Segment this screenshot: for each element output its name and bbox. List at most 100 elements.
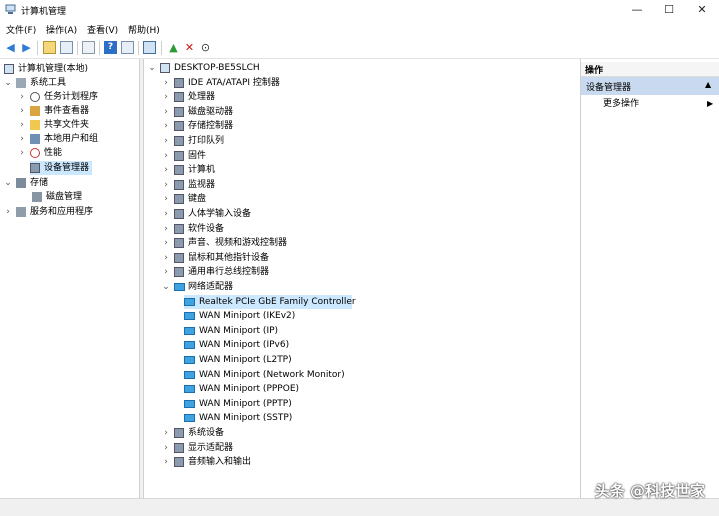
properties-icon[interactable]	[82, 41, 95, 54]
forward-arrow-icon[interactable]: ▶	[20, 41, 33, 54]
tree-shared-folders[interactable]: › 共享文件夹	[2, 118, 138, 132]
tree-root[interactable]: 计算机管理(本地)	[2, 62, 138, 76]
expand-chevron-icon[interactable]: ›	[18, 90, 26, 104]
expand-chevron-icon[interactable]: ›	[162, 236, 170, 250]
expand-chevron-icon[interactable]: ›	[18, 118, 26, 132]
tree-disk-management[interactable]: 磁盘管理	[2, 190, 138, 204]
expand-chevron-icon[interactable]: ›	[162, 207, 170, 221]
tree-performance[interactable]: › 性能	[2, 146, 138, 160]
network-adapter-4[interactable]: WAN Miniport (L2TP)	[184, 353, 484, 367]
expand-chevron-icon[interactable]: ›	[18, 132, 26, 146]
tree-services-apps[interactable]: › 服务和应用程序	[2, 205, 138, 219]
expand-chevron-icon[interactable]: ›	[162, 149, 170, 163]
menu-help[interactable]: 帮助(H)	[128, 23, 160, 36]
device-category-11[interactable]: › 声音、视频和游戏控制器	[160, 236, 460, 250]
expand-chevron-icon[interactable]: ›	[162, 426, 170, 440]
expand-chevron-icon[interactable]: ›	[18, 146, 26, 160]
network-adapter-7[interactable]: WAN Miniport (PPTP)	[184, 397, 484, 411]
expand-chevron-icon[interactable]: ›	[162, 455, 170, 469]
expand-chevron-icon[interactable]: ›	[162, 192, 170, 206]
update-driver-icon[interactable]: ▲	[167, 41, 180, 54]
device-category-13[interactable]: › 通用串行总线控制器	[160, 265, 460, 279]
device-category-8[interactable]: › 键盘	[160, 192, 460, 206]
tree-local-users-label: 本地用户和组	[44, 134, 99, 144]
tree-event-viewer[interactable]: › 事件查看器	[2, 104, 138, 118]
maximize-button[interactable]: ☐	[653, 0, 685, 20]
network-adapter-icon	[184, 312, 195, 321]
tree-root-label: 计算机管理(本地)	[18, 64, 89, 74]
expand-chevron-icon[interactable]: ›	[162, 251, 170, 265]
device-category-3[interactable]: › 存储控制器	[160, 119, 460, 133]
network-adapter-2[interactable]: WAN Miniport (IP)	[184, 324, 484, 338]
menu-view[interactable]: 查看(V)	[87, 23, 118, 36]
expand-chevron-icon[interactable]: ›	[162, 222, 170, 236]
close-button[interactable]: ✕	[686, 0, 718, 20]
expand-chevron-icon[interactable]: ›	[162, 119, 170, 133]
device-category-network[interactable]: ⌄ 网络适配器	[160, 280, 460, 294]
download-circle-icon[interactable]: ⊙	[199, 41, 212, 54]
expand-chevron-icon[interactable]: ›	[162, 265, 170, 279]
expand-chevron-icon[interactable]: ›	[4, 205, 12, 219]
network-adapter-0[interactable]: Realtek PCIe GbE Family Controller	[184, 294, 356, 309]
device-category-bottom-2[interactable]: › 音频输入和输出	[160, 455, 460, 469]
network-adapter-3[interactable]: WAN Miniport (IPv6)	[184, 338, 484, 352]
show-action-pane-icon[interactable]	[121, 41, 134, 54]
network-adapter-6[interactable]: WAN Miniport (PPPOE)	[184, 382, 484, 396]
uninstall-x-icon[interactable]: ✕	[183, 41, 196, 54]
up-folder-icon[interactable]	[43, 41, 56, 54]
show-hide-tree-icon[interactable]	[60, 41, 73, 54]
help-icon[interactable]: ?	[104, 41, 117, 54]
collapse-chevron-icon[interactable]: ⌄	[148, 61, 156, 75]
expand-chevron-icon[interactable]: ›	[162, 441, 170, 455]
menu-file[interactable]: 文件(F)	[6, 23, 36, 36]
network-adapter-5[interactable]: WAN Miniport (Network Monitor)	[184, 368, 484, 382]
console-tree: 计算机管理(本地) ⌄ 系统工具 › 任务计划程序 › 事件查看器 › 共享文件…	[0, 59, 140, 498]
minimize-button[interactable]: —	[621, 0, 653, 20]
network-adapter-1[interactable]: WAN Miniport (IKEv2)	[184, 309, 484, 323]
expand-chevron-icon[interactable]: ›	[162, 178, 170, 192]
collapse-chevron-icon[interactable]: ⌄	[4, 176, 12, 190]
device-category-10[interactable]: › 软件设备	[160, 222, 460, 236]
collapse-up-icon[interactable]: ▲	[705, 80, 711, 89]
menu-action[interactable]: 操作(A)	[46, 23, 77, 36]
expand-chevron-icon[interactable]: ›	[162, 163, 170, 177]
expand-chevron-icon[interactable]: ›	[162, 105, 170, 119]
computer-icon	[160, 63, 170, 73]
network-adapter-icon	[174, 283, 185, 291]
device-category-2[interactable]: › 磁盘驱动器	[160, 105, 460, 119]
device-category-4[interactable]: › 打印队列	[160, 134, 460, 148]
tree-device-manager[interactable]: 设备管理器	[30, 161, 92, 175]
tree-performance-label: 性能	[44, 148, 63, 158]
tree-system-tools[interactable]: ⌄ 系统工具	[2, 76, 138, 90]
expand-chevron-icon[interactable]: ›	[162, 134, 170, 148]
device-category-12[interactable]: › 鼠标和其他指针设备	[160, 251, 460, 265]
expand-chevron-icon[interactable]: ›	[18, 104, 26, 118]
device-root[interactable]: ⌄ DESKTOP-BE5SLCH	[146, 61, 446, 75]
device-category-7[interactable]: › 监视器	[160, 178, 460, 192]
device-category-9[interactable]: › 人体学输入设备	[160, 207, 460, 221]
expand-chevron-icon[interactable]: ›	[162, 76, 170, 90]
device-category-icon	[174, 209, 184, 219]
more-actions[interactable]: 更多操作 ▶	[581, 97, 719, 111]
tree-storage[interactable]: ⌄ 存储	[2, 176, 138, 190]
tree-task-scheduler[interactable]: › 任务计划程序	[2, 90, 138, 104]
device-category-6[interactable]: › 计算机	[160, 163, 460, 177]
device-category-5[interactable]: › 固件	[160, 149, 460, 163]
device-category-bottom-1[interactable]: › 显示适配器	[160, 441, 460, 455]
device-category-0[interactable]: › IDE ATA/ATAPI 控制器	[160, 76, 460, 90]
computer-management-icon	[4, 64, 14, 74]
network-adapter-8[interactable]: WAN Miniport (SSTP)	[184, 411, 484, 425]
device-tree: ⌄ DESKTOP-BE5SLCH › IDE ATA/ATAPI 控制器 › 处理器…	[143, 59, 581, 498]
back-arrow-icon[interactable]: ◀	[4, 41, 17, 54]
toolbar-separator	[161, 41, 162, 55]
device-category-1[interactable]: › 处理器	[160, 90, 460, 104]
collapse-chevron-icon[interactable]: ⌄	[4, 76, 12, 90]
collapse-chevron-icon[interactable]: ⌄	[162, 280, 170, 294]
monitor-icon[interactable]	[143, 41, 156, 54]
device-category-4-label: 打印队列	[188, 136, 225, 146]
actions-section-device-manager[interactable]: 设备管理器 ▲	[581, 77, 719, 95]
expand-chevron-icon[interactable]: ›	[162, 90, 170, 104]
device-category-bottom-0[interactable]: › 系统设备	[160, 426, 460, 440]
network-adapter-icon	[184, 297, 195, 306]
tree-local-users[interactable]: › 本地用户和组	[2, 132, 138, 146]
